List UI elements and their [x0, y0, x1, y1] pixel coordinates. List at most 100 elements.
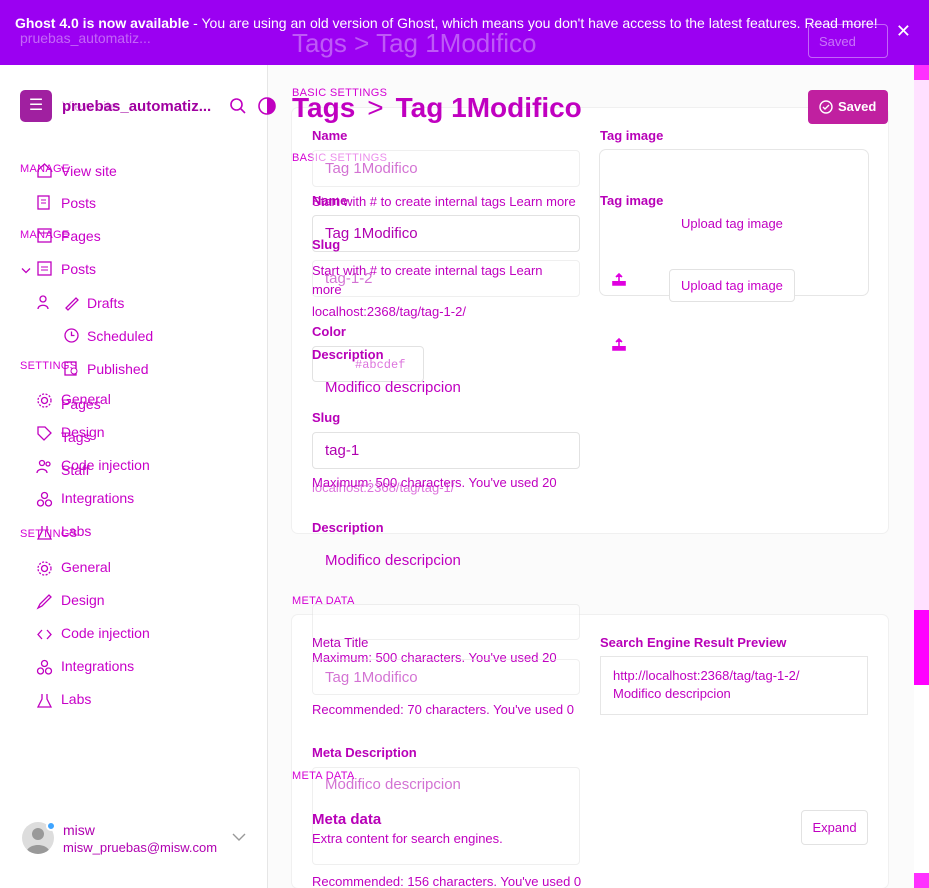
description-label: Description: [312, 520, 384, 535]
slug-value-ghost: tag-1-2: [325, 270, 373, 287]
meta-card-title: Meta data: [312, 811, 382, 828]
slug-input[interactable]: tag-1: [312, 432, 580, 469]
description-hint: Maximum: 500 characters. You've used 20: [312, 475, 557, 490]
code-icon: [37, 629, 52, 640]
serp-url: http://localhost:2368/tag/tag-1-2/: [613, 668, 800, 683]
nav-labs-ghost[interactable]: Labs: [61, 523, 91, 539]
title-overlay: Tags > Tag 1Modifico: [292, 28, 537, 58]
description-value-ghost: Modifico descripcion: [325, 379, 461, 396]
scrollbar-thumb[interactable]: [914, 610, 929, 685]
tag-icon: [37, 426, 52, 441]
user-name[interactable]: misw: [63, 822, 95, 838]
meta-card-subtitle: Extra content for search engines.: [312, 831, 503, 846]
integrations-icon: [36, 491, 53, 507]
nav-staff[interactable]: Staff: [61, 462, 90, 478]
general-icon: [37, 561, 52, 576]
meta-description-label: Meta Description: [312, 745, 417, 760]
night-mode-icon[interactable]: [258, 97, 276, 115]
serp-description: Modifico descripcion: [613, 686, 731, 701]
upload-tag-image-label: Upload tag image: [681, 278, 783, 293]
name-label: Name: [312, 193, 348, 208]
design-icon: [36, 594, 52, 610]
expand-button[interactable]: Expand: [801, 810, 868, 845]
staff-people-icon: [36, 459, 51, 474]
chevron-down-icon[interactable]: [20, 262, 32, 279]
chevron-down-icon[interactable]: [232, 832, 246, 842]
slug-label-ghost: Slug: [312, 237, 341, 252]
name-input-ghost[interactable]: Tag 1Modifico: [312, 150, 580, 187]
nav-pages[interactable]: Pages: [61, 396, 101, 412]
meta-title-label: Meta Title: [312, 635, 369, 650]
slug-input-ghost[interactable]: tag-1-2: [312, 260, 580, 297]
check-circle-icon: [819, 100, 833, 114]
scrollbar-track-top[interactable]: [914, 65, 929, 610]
site-logo[interactable]: ☰: [20, 90, 52, 122]
nav-view-site[interactable]: View site: [61, 163, 117, 179]
clock-icon: [64, 328, 79, 343]
upload-tag-image-ghost[interactable]: Upload tag image: [681, 216, 783, 231]
nav-published[interactable]: Published: [87, 361, 149, 377]
scrollbar-up-arrow[interactable]: [914, 65, 929, 80]
sidebar: [0, 65, 268, 888]
save-label: Saved: [838, 99, 877, 114]
slug-url: localhost:2368/tag/tag-1-2/: [312, 304, 466, 319]
meta-title-hint: Recommended: 70 characters. You've used …: [312, 702, 574, 717]
saved-overlay-label: Saved: [819, 34, 856, 49]
save-button[interactable]: Saved: [808, 90, 888, 124]
user-email[interactable]: misw_pruebas@misw.com: [63, 840, 217, 855]
nav-general[interactable]: General: [61, 559, 111, 575]
tag-image-label-ghost: Tag image: [600, 128, 664, 143]
upload-tag-image-button[interactable]: Upload tag image: [669, 269, 795, 302]
name-label-ghost: Name: [312, 128, 348, 143]
name-input[interactable]: Tag 1Modifico: [312, 215, 580, 252]
name-hint-ghost: Start with # to create internal tags Lea…: [312, 194, 576, 209]
scrollbar-down-arrow[interactable]: [914, 873, 929, 888]
drafts-icon: [65, 297, 79, 311]
site-name[interactable]: pruebas_automatiz...: [62, 98, 211, 115]
description-label-ghost: Description: [312, 347, 384, 362]
close-icon[interactable]: ✕: [896, 22, 911, 40]
search-icon[interactable]: [229, 97, 247, 115]
saved-overlay: Saved: [808, 24, 888, 58]
basic-settings-label-ghost: BASIC SETTINGS: [292, 87, 388, 99]
meta-title-value: Tag 1Modifico: [325, 668, 418, 686]
integrations-settings-icon: [36, 659, 53, 675]
gear-icon: [37, 393, 52, 408]
tag-image-label: Tag image: [600, 193, 664, 208]
meta-title-input[interactable]: Tag 1Modifico: [312, 659, 580, 695]
slug-label: Slug: [312, 410, 341, 425]
slug-value: tag-1: [325, 442, 360, 459]
site-name-overlay: pruebas_automatiz...: [20, 30, 151, 46]
nav-tags[interactable]: Tags: [61, 429, 91, 445]
published-icon: [64, 361, 78, 376]
nav-integrations-ghost[interactable]: Integrations: [61, 490, 134, 506]
labs-icon: [36, 526, 53, 540]
nav-scheduled[interactable]: Scheduled: [87, 328, 153, 344]
banner-title: Ghost 4.0 is now available: [15, 15, 190, 31]
home-icon: [37, 163, 52, 178]
name-value-ghost: Tag 1Modifico: [325, 160, 418, 177]
labs-settings-icon: [36, 694, 53, 708]
nav-drafts[interactable]: Drafts: [87, 295, 124, 311]
color-label: Color: [312, 324, 346, 339]
nav-code-injection[interactable]: Code injection: [61, 625, 150, 641]
nav-pages-ghost[interactable]: Pages: [61, 228, 101, 244]
status-dot: [46, 821, 56, 831]
nav-labs[interactable]: Labs: [61, 691, 91, 707]
description-value: Modifico descripcion: [325, 552, 461, 569]
expand-label: Expand: [812, 820, 857, 835]
meta-description-hint: Recommended: 156 characters. You've used…: [312, 874, 582, 888]
pages-icon: [37, 228, 52, 243]
posts-list-icon: [37, 261, 52, 276]
serp-preview: http://localhost:2368/tag/tag-1-2/ Modif…: [600, 656, 868, 715]
nav-posts[interactable]: Posts: [61, 195, 96, 211]
upload-icon: [612, 272, 626, 286]
meta-data-section-label-ghost: META DATA: [292, 770, 355, 782]
nav-design[interactable]: Design: [61, 592, 105, 608]
breadcrumb-current: Tag 1Modifico: [395, 92, 582, 123]
upload-icon: [612, 337, 626, 351]
posts-icon: [37, 195, 50, 210]
staff-icon: [37, 295, 49, 310]
nav-posts-ghost[interactable]: Posts: [61, 261, 96, 277]
nav-integrations[interactable]: Integrations: [61, 658, 134, 674]
